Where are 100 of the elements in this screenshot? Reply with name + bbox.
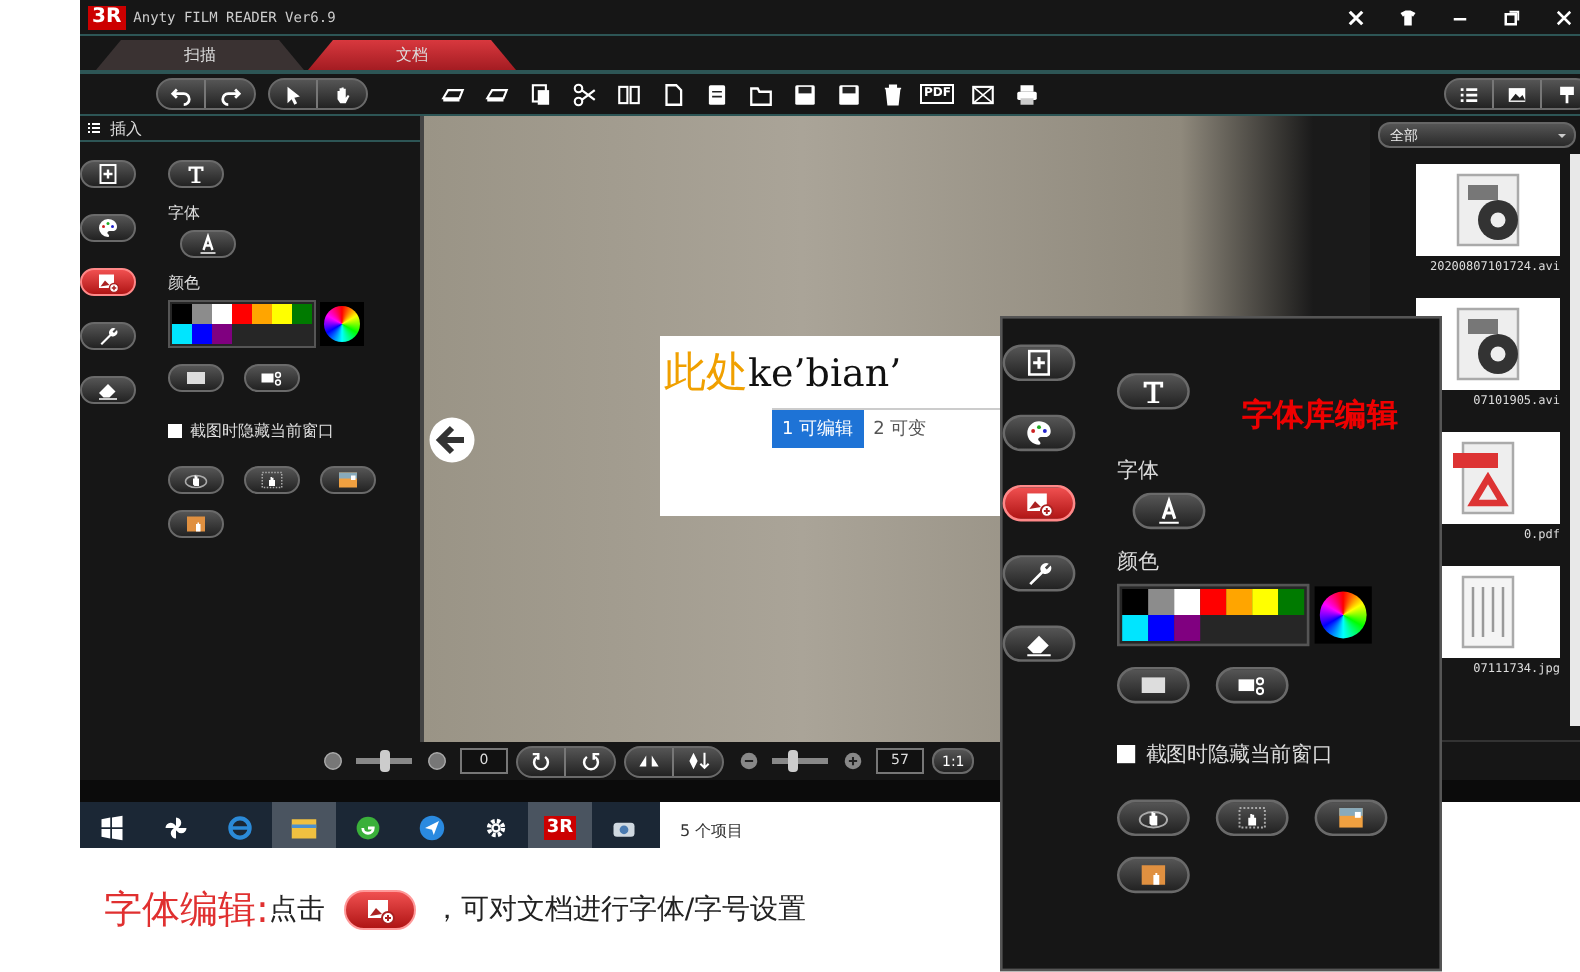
hide-window-checkbox[interactable]: 截图时隐藏当前窗口 (168, 420, 334, 442)
button-group[interactable] (624, 745, 724, 777)
eraser-icon (96, 378, 120, 402)
save-icon (835, 81, 861, 107)
paper-plane-icon (418, 814, 446, 842)
gear-icon (482, 814, 510, 842)
cut-button[interactable] (244, 364, 300, 392)
folder-icon (290, 814, 318, 842)
cut-button[interactable] (1215, 667, 1289, 704)
wrench-icon (96, 324, 120, 348)
tool-button[interactable] (1002, 414, 1076, 452)
color-swatch[interactable] (1252, 589, 1279, 615)
palette-icon (1023, 417, 1055, 449)
color-swatch[interactable] (1174, 589, 1201, 615)
capture-button[interactable] (320, 466, 376, 494)
color-swatch[interactable] (212, 304, 232, 324)
hide-window-checkbox[interactable]: 截图时隐藏当前窗口 (1117, 739, 1333, 769)
color-swatch[interactable] (1148, 589, 1175, 615)
picture-plus-icon (1023, 487, 1055, 519)
color-swatch[interactable] (1174, 615, 1201, 641)
color-swatch[interactable] (1200, 589, 1227, 615)
taskbar-app[interactable]: 3R (528, 802, 592, 848)
tool-button[interactable] (1002, 344, 1076, 381)
candidate-option[interactable]: 1 可编辑 (772, 410, 864, 448)
copy-icon (527, 81, 553, 107)
page-insert-icon (1023, 347, 1055, 379)
capture-button[interactable] (168, 466, 224, 494)
picture-icon (1506, 83, 1528, 105)
tool-button[interactable] (1002, 485, 1076, 522)
color-swatch[interactable] (212, 324, 232, 344)
font-icon (196, 232, 220, 256)
page-icon (659, 81, 685, 107)
rotate-left-icon (530, 750, 552, 772)
color-swatch[interactable] (172, 304, 192, 324)
capture-button[interactable] (1117, 799, 1190, 836)
text-button[interactable] (1117, 371, 1190, 409)
caption-title: 字体编辑: (104, 886, 269, 936)
scissors-button[interactable] (568, 78, 600, 110)
tool-button[interactable] (1002, 625, 1076, 662)
printer-icon (1013, 81, 1040, 107)
background-button[interactable] (1117, 667, 1190, 704)
button-group[interactable] (516, 745, 616, 777)
tab[interactable]: 扫描 (96, 40, 304, 70)
color-swatch[interactable] (252, 304, 272, 324)
font-button[interactable] (1132, 492, 1206, 530)
color-swatch[interactable] (292, 304, 312, 324)
background-button[interactable] (168, 364, 224, 392)
button-group[interactable] (156, 78, 256, 110)
tool-button[interactable] (80, 322, 136, 350)
color-label: 颜色 (168, 272, 200, 294)
color-swatch[interactable] (232, 304, 252, 324)
save-icon (791, 81, 817, 107)
file-thumbnail[interactable] (1416, 164, 1560, 256)
capture-button[interactable] (1117, 856, 1190, 894)
color-swatch[interactable] (172, 324, 192, 344)
hand-frame-icon (260, 468, 284, 492)
knob-icon (425, 750, 447, 772)
color-swatch[interactable] (192, 304, 212, 324)
font-label: 字体 (168, 202, 200, 224)
color-swatch[interactable] (1122, 589, 1149, 615)
item-count: 5 个项目 (678, 820, 746, 844)
tool-button[interactable] (80, 214, 136, 242)
color-swatch[interactable] (1226, 589, 1253, 615)
windows-icon (98, 814, 126, 842)
document-icon (703, 81, 729, 107)
tool-button[interactable] (80, 268, 136, 296)
text-button[interactable] (168, 160, 224, 188)
slider-thumb[interactable] (380, 750, 390, 772)
panel-header: 插入 (110, 117, 142, 139)
capture-button[interactable] (168, 510, 224, 538)
font-button[interactable] (180, 230, 236, 258)
color-swatch[interactable] (1122, 615, 1149, 641)
color-swatch[interactable] (272, 304, 292, 324)
rotate-right-icon (579, 750, 601, 772)
folder-icon (747, 81, 773, 107)
tool-button[interactable] (80, 160, 136, 188)
scissors-box-icon (260, 366, 284, 390)
button-group[interactable] (1444, 78, 1580, 110)
text-edit-box[interactable]: 此处ke’bian’ 1 可编辑 2 可变 (660, 336, 1000, 516)
back-button[interactable] (428, 416, 476, 464)
color-swatch[interactable] (192, 324, 212, 344)
close-icon (1554, 7, 1574, 27)
button-group[interactable] (268, 78, 368, 110)
scrollbar[interactable] (1570, 154, 1580, 726)
slider-thumb[interactable] (787, 750, 798, 772)
tab[interactable]: 文档 (308, 40, 516, 70)
tool-button[interactable] (80, 376, 136, 404)
picture-tool-button[interactable] (344, 890, 417, 930)
color-wheel-icon[interactable] (320, 302, 364, 346)
capture-button[interactable] (1314, 799, 1388, 836)
caption-text: ，可对文档进行字体/字号设置 (432, 892, 807, 928)
color-wheel-icon[interactable] (1314, 586, 1372, 644)
envelope-icon (969, 81, 996, 107)
color-swatch[interactable] (1148, 615, 1175, 641)
color-swatch[interactable] (1278, 589, 1305, 615)
text-icon (184, 162, 208, 186)
capture-button[interactable] (1215, 799, 1289, 836)
tool-button[interactable] (1002, 555, 1076, 592)
globe-icon (354, 814, 382, 842)
capture-button[interactable] (244, 466, 300, 494)
